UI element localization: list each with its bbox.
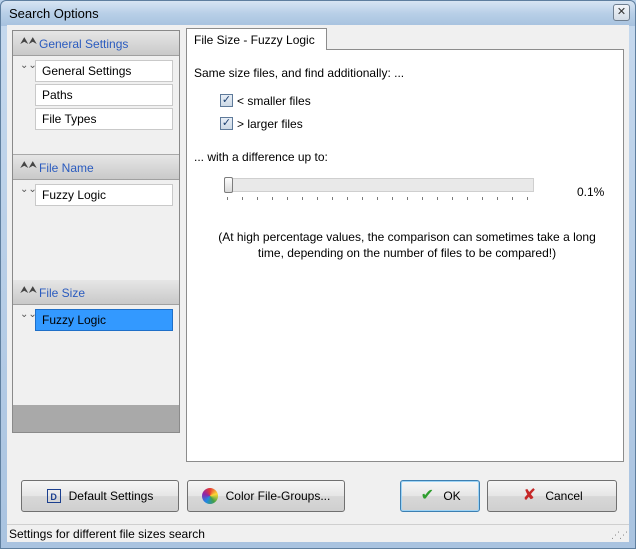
slider-tick — [242, 197, 243, 200]
slider-tick — [302, 197, 303, 200]
default-settings-label: Default Settings — [68, 489, 154, 503]
color-file-groups-label: Color File-Groups... — [225, 489, 331, 503]
smaller-files-checkbox[interactable]: ✓ — [220, 94, 233, 107]
difference-slider-track[interactable] — [224, 178, 534, 192]
settings-pane: Same size files, and find additionally: … — [186, 49, 624, 462]
ok-button[interactable]: ✔ OK — [400, 480, 480, 512]
cancel-button[interactable]: ✘ Cancel — [487, 480, 617, 512]
slider-tick — [497, 197, 498, 200]
color-file-groups-button[interactable]: Color File-Groups... — [187, 480, 345, 512]
slider-tick — [287, 197, 288, 200]
slider-tick — [257, 197, 258, 200]
slider-ticks — [227, 197, 531, 201]
title-bar[interactable]: Search Options ✕ — [1, 1, 635, 26]
resize-grip-icon[interactable]: ⋰⋰ — [611, 530, 628, 541]
nav-header-label: File Size — [39, 286, 86, 300]
green-check-icon: ✔ — [420, 487, 435, 504]
smaller-files-label[interactable]: < smaller files — [237, 94, 311, 108]
nav-item-file-types[interactable]: File Types — [35, 108, 173, 130]
close-button[interactable]: ✕ — [613, 4, 630, 21]
status-bar: Settings for different file sizes search… — [7, 524, 629, 542]
nav-header-label: General Settings — [39, 37, 129, 51]
slider-tick — [482, 197, 483, 200]
slider-tick — [332, 197, 333, 200]
larger-files-label[interactable]: > larger files — [237, 117, 303, 131]
slider-tick — [422, 197, 423, 200]
cancel-label: Cancel — [545, 489, 583, 503]
double-chevron-up-icon[interactable]: ⮝⮝ — [20, 36, 37, 47]
slider-tick — [377, 197, 378, 200]
ok-label: OK — [443, 489, 461, 503]
nav-body-file-name: ⌄⌄ Fuzzy Logic — [13, 180, 179, 280]
nav-header-label: File Name — [39, 161, 94, 175]
nav-header-file-name[interactable]: ⮝⮝ File Name — [13, 155, 179, 180]
nav-section-file-size: ⮝⮝ File Size ⌄⌄ Fuzzy Logic — [13, 280, 179, 405]
nav-section-general-settings: ⮝⮝ General Settings ⌄⌄ General Settings … — [13, 31, 179, 154]
slider-tick — [347, 197, 348, 200]
nav-section-file-name: ⮝⮝ File Name ⌄⌄ Fuzzy Logic — [13, 155, 179, 280]
slider-tick — [272, 197, 273, 200]
nav-body-file-size: ⌄⌄ Fuzzy Logic — [13, 305, 179, 405]
intro-text: Same size files, and find additionally: … — [194, 66, 405, 80]
double-chevron-up-icon[interactable]: ⮝⮝ — [20, 160, 37, 171]
slider-tick — [467, 197, 468, 200]
options-navigation: ⮝⮝ General Settings ⌄⌄ General Settings … — [12, 30, 180, 433]
difference-label: ... with a difference up to: — [194, 150, 328, 164]
nav-item-general-settings[interactable]: General Settings — [35, 60, 173, 82]
default-settings-icon: D — [46, 489, 61, 503]
status-text: Settings for different file sizes search — [9, 527, 205, 541]
dialog-client-area: ⮝⮝ General Settings ⌄⌄ General Settings … — [7, 25, 629, 542]
slider-tick — [317, 197, 318, 200]
nav-body-general-settings: ⌄⌄ General Settings Paths File Types — [13, 56, 179, 154]
slider-tick — [362, 197, 363, 200]
slider-tick — [452, 197, 453, 200]
slider-value: 0.1% — [577, 185, 605, 199]
slider-tick — [437, 197, 438, 200]
slider-tick — [407, 197, 408, 200]
note-line-2: time, depending on the number of files t… — [257, 246, 557, 260]
nav-header-general-settings[interactable]: ⮝⮝ General Settings — [13, 31, 179, 56]
difference-slider-thumb[interactable] — [224, 177, 233, 193]
double-chevron-up-icon[interactable]: ⮝⮝ — [20, 285, 37, 296]
slider-tick — [527, 197, 528, 200]
nav-item-file-name-fuzzy-logic[interactable]: Fuzzy Logic — [35, 184, 173, 206]
nav-item-paths[interactable]: Paths — [35, 84, 173, 106]
larger-files-checkbox[interactable]: ✓ — [220, 117, 233, 130]
tab-file-size-fuzzy-logic[interactable]: File Size - Fuzzy Logic — [186, 28, 327, 50]
slider-tick — [512, 197, 513, 200]
nav-item-file-size-fuzzy-logic[interactable]: Fuzzy Logic — [35, 309, 173, 331]
nav-header-file-size[interactable]: ⮝⮝ File Size — [13, 280, 179, 305]
color-wheel-icon — [201, 488, 218, 504]
slider-tick — [392, 197, 393, 200]
close-icon: ✕ — [616, 6, 627, 18]
default-settings-button[interactable]: D Default Settings — [21, 480, 179, 512]
window-title: Search Options — [9, 6, 99, 21]
slider-tick — [227, 197, 228, 200]
red-x-icon: ✘ — [522, 487, 537, 504]
note-line-1: (At high percentage values, the comparis… — [218, 230, 596, 244]
